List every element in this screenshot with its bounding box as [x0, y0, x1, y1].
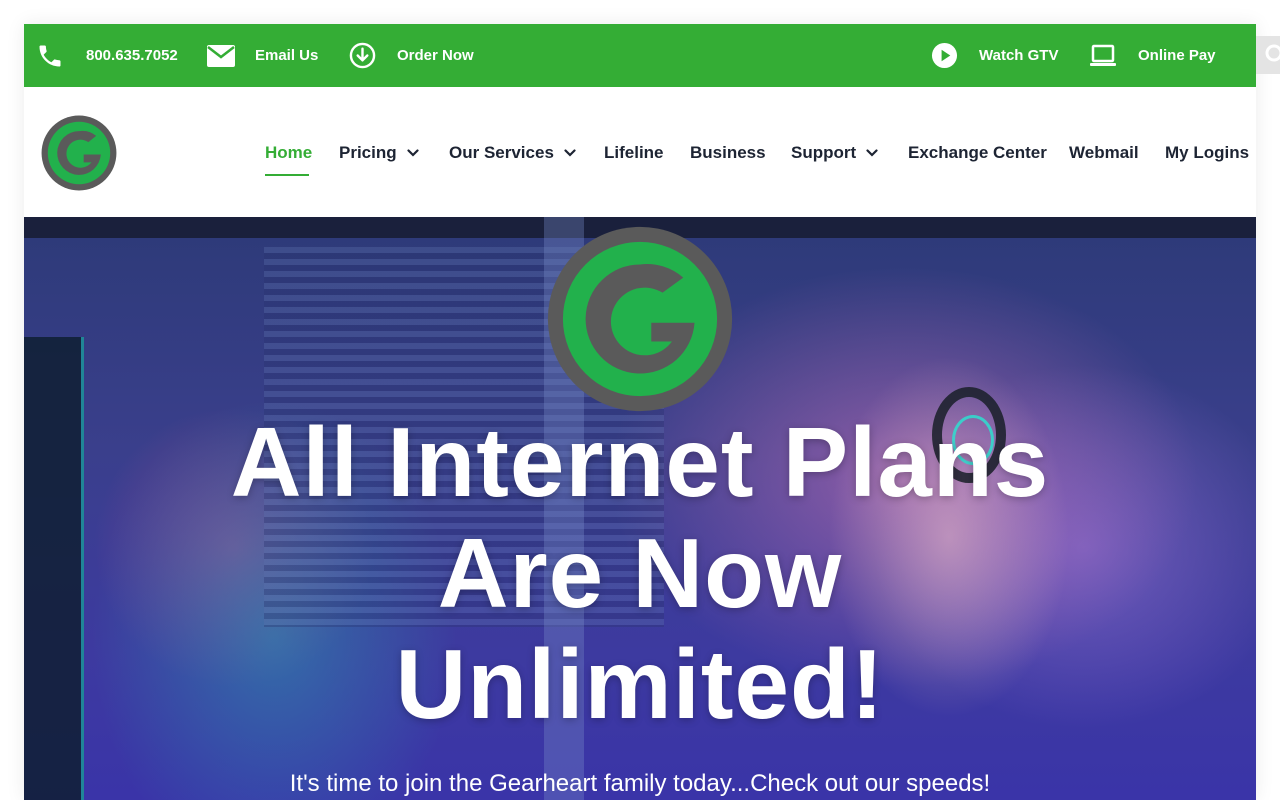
email-label: Email Us [255, 47, 319, 64]
top-contact-bar: 800.635.7052 Email Us Order Now Watch GT… [24, 24, 1256, 87]
chevron-down-icon [407, 149, 419, 157]
nav-label: Business [690, 143, 766, 162]
search-toggle[interactable] [1256, 36, 1280, 74]
nav-lifeline[interactable]: Lifeline [604, 142, 664, 164]
online-pay-label: Online Pay [1138, 47, 1216, 64]
nav-label: Lifeline [604, 143, 664, 162]
nav-exchange-center[interactable]: Exchange Center [908, 142, 1047, 164]
online-pay-link[interactable]: Online Pay [1089, 24, 1216, 87]
phone-icon [36, 42, 64, 70]
download-circle-icon [349, 42, 376, 69]
hero-subtitle: It's time to join the Gearheart family t… [289, 770, 991, 797]
page-container: 800.635.7052 Email Us Order Now Watch GT… [24, 24, 1256, 800]
site-header: Home Pricing Our Services Lifeline Busin… [24, 87, 1256, 217]
nav-our-services[interactable]: Our Services [449, 142, 576, 164]
nav-label: My Logins [1165, 143, 1250, 162]
hero-headline-line-3: Unlimited! [395, 629, 885, 739]
phone-number: 800.635.7052 [86, 47, 178, 64]
nav-pricing[interactable]: Pricing [339, 142, 419, 164]
phone-link[interactable]: 800.635.7052 [36, 24, 178, 87]
nav-support[interactable]: Support [791, 142, 878, 164]
nav-label: Webmail [1069, 143, 1139, 162]
order-link[interactable]: Order Now [349, 24, 474, 87]
search-icon [1256, 44, 1280, 74]
hero-headline: All Internet Plans Are Now Unlimited! [24, 407, 1256, 740]
watch-gtv-label: Watch GTV [979, 47, 1059, 64]
hero-banner: All Internet Plans Are Now Unlimited! It… [24, 217, 1256, 800]
nav-label: Exchange Center [908, 143, 1047, 162]
hero-logo [546, 225, 734, 413]
hero-headline-line-1: All Internet Plans [230, 407, 1050, 517]
nav-webmail[interactable]: Webmail [1069, 142, 1139, 164]
play-circle-icon [931, 42, 958, 69]
nav-home[interactable]: Home [265, 142, 312, 164]
laptop-icon [1089, 44, 1117, 68]
hero-headline-line-2: Are Now [437, 518, 843, 628]
envelope-icon [207, 44, 235, 67]
watch-gtv-link[interactable]: Watch GTV [931, 24, 1058, 87]
active-nav-underline [265, 174, 309, 176]
nav-label: Our Services [449, 143, 554, 162]
email-link[interactable]: Email Us [207, 24, 318, 87]
nav-business[interactable]: Business [690, 142, 766, 164]
nav-label: Support [791, 143, 857, 162]
chevron-down-icon [866, 149, 878, 157]
nav-my-logins[interactable]: My Logins [1165, 142, 1249, 164]
chevron-down-icon [564, 149, 576, 157]
order-label: Order Now [397, 47, 474, 64]
main-navigation: Home Pricing Our Services Lifeline Busin… [24, 87, 1256, 217]
nav-label: Pricing [339, 143, 397, 162]
nav-label: Home [265, 143, 313, 162]
hero-logo-mark [547, 226, 733, 412]
